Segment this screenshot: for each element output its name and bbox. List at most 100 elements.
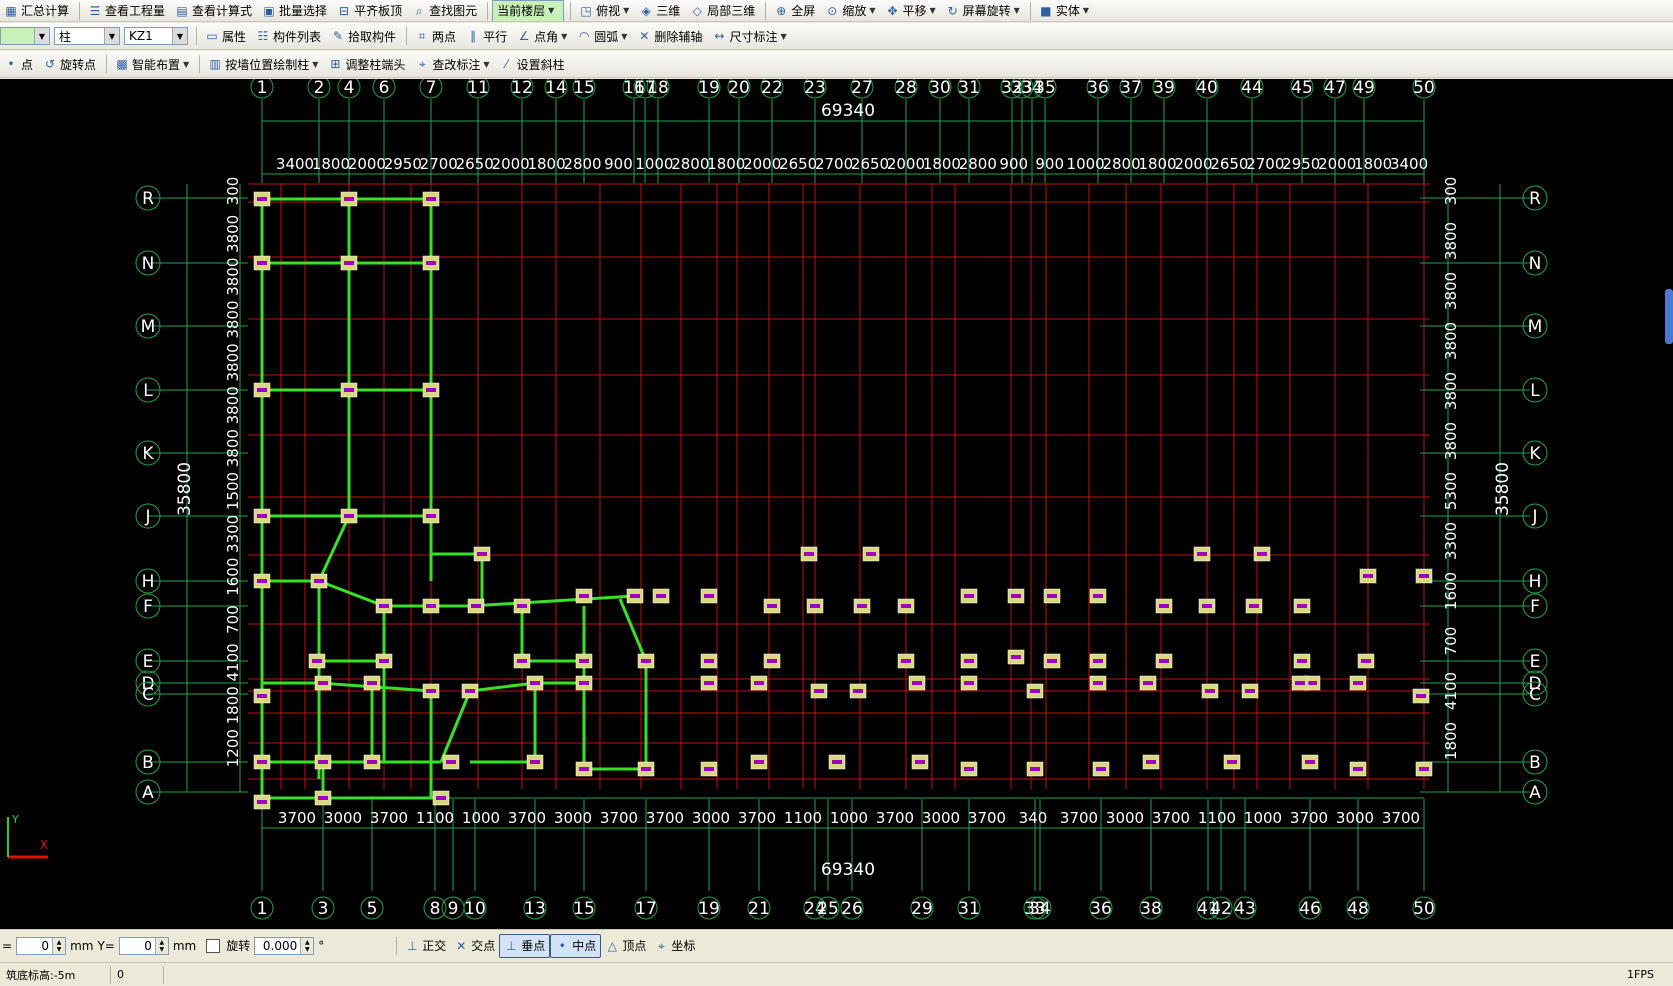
- chevron-down-icon[interactable]: ▼: [1014, 6, 1020, 15]
- toolbar3-label: 按墙位置绘制柱: [225, 57, 310, 72]
- toolbar2.items-button-7[interactable]: ✕ 删除辅轴: [633, 26, 706, 46]
- toolbar3-button-1[interactable]: ↺ 旋转点: [39, 54, 100, 74]
- toolbar2.items-button-4[interactable]: ∥ 平行: [462, 26, 511, 46]
- x-input[interactable]: 0 ▲ ▼: [16, 936, 67, 955]
- chevron-down-icon[interactable]: ▼: [548, 6, 554, 15]
- toolbar2.items-button-5[interactable]: ∠ 点角 ▼: [513, 26, 571, 46]
- toolbar2.items-label: 圆弧: [594, 29, 619, 44]
- axis-label-bottom: 43: [1234, 899, 1256, 919]
- separator: [396, 936, 398, 955]
- column-core: [465, 689, 475, 693]
- toolbar2.items-button-8[interactable]: ↔ 尺寸标注 ▼: [708, 26, 790, 46]
- dim-bottom-22: 3700: [1290, 809, 1328, 827]
- dim-bottom-9: 3000: [692, 809, 730, 827]
- column-core: [517, 659, 527, 663]
- snap-intersection[interactable]: ✕ 交点: [450, 935, 499, 957]
- toolbar1-button-5[interactable]: ⌕ 查找图元: [408, 1, 481, 21]
- dim-bottom-10: 3700: [738, 809, 776, 827]
- toolbar3-button-0[interactable]: • 点: [0, 54, 37, 74]
- chevron-down-icon[interactable]: ▼: [561, 32, 567, 41]
- toolbar1-button-12[interactable]: ✥ 平移 ▼: [881, 1, 939, 21]
- column-core: [1146, 760, 1156, 764]
- plan-view[interactable]: 1 2 4 6 7 11 12 14 15 161718 19 20 22 23 27 28 30 31 32333…: [0, 79, 1673, 929]
- column-core: [857, 604, 867, 608]
- toolbar1-button-11[interactable]: ⊙ 缩放 ▼: [821, 1, 879, 21]
- toolbar1-button-0[interactable]: ▦ 汇总计算: [0, 1, 73, 21]
- chevron-down-icon[interactable]: ▼: [621, 32, 627, 41]
- dim-right-2: 3800: [1442, 272, 1460, 310]
- y-value: 0: [144, 938, 152, 953]
- snap-perpendicular[interactable]: ⊥ 垂点: [499, 933, 551, 958]
- toolbar1-button-10[interactable]: ⊕ 全屏: [770, 1, 819, 21]
- column-core: [1202, 604, 1212, 608]
- chevron-down-icon[interactable]: ▼: [623, 6, 629, 15]
- toolbar1-button-3[interactable]: ▣ 批量选择: [258, 1, 331, 21]
- midpoint-icon: •: [558, 938, 566, 953]
- category-combo[interactable]: 柱 ▼: [54, 27, 120, 45]
- toolbar2.items-button-2[interactable]: ✎ 拾取构件: [327, 26, 400, 46]
- toolbar3-button-6[interactable]: ⁄ 设置斜柱: [496, 54, 569, 74]
- column-core: [901, 659, 911, 663]
- column-core: [704, 767, 714, 771]
- toolbar1-button-14[interactable]: ■ 实体 ▼: [1035, 1, 1093, 21]
- toolbar3-button-4[interactable]: ⊞ 调整柱端头: [324, 54, 409, 74]
- toolbar1-button-2[interactable]: ▤ 查看计算式: [171, 1, 256, 21]
- toolbar1-label: 俯视: [596, 4, 621, 18]
- toolbar1-button-1[interactable]: ☰ 查看工程量: [84, 1, 169, 21]
- axis-label-right: H: [1529, 572, 1542, 592]
- toolbar2.items-button-3[interactable]: ⌗ 两点: [411, 26, 460, 46]
- snap-ortho[interactable]: ⊥ 正交: [401, 935, 450, 957]
- coordinate-bar: = 0 ▲ ▼ mm Y= 0 ▲ ▼ mm 旋转 0.000 ▲ ▼ ° ⊥ 正交 ✕ 交点 ⊥ 垂…: [0, 929, 1673, 961]
- chevron-down-icon[interactable]: ▼: [483, 60, 489, 69]
- toolbar2.items-button-6[interactable]: ◠ 圆弧 ▼: [573, 26, 631, 46]
- chevron-down-icon[interactable]: ▼: [930, 6, 936, 15]
- dim-top-8: 2800: [563, 155, 601, 173]
- column-core: [656, 594, 666, 598]
- toolbar3-label: 智能布置: [132, 57, 181, 72]
- toolbar1-button-7[interactable]: ◳ 俯视 ▼: [575, 1, 633, 21]
- dim-bottom-24: 3700: [1382, 809, 1420, 827]
- toolbar3-button-2[interactable]: ▩ 智能布置 ▼: [111, 54, 193, 74]
- toolbar2.items-button-1[interactable]: ☷ 构件列表: [252, 26, 325, 46]
- toolbar1-button-9[interactable]: ◇ 局部三维: [686, 1, 759, 21]
- toolbar1-button-8[interactable]: ◈ 三维: [635, 1, 684, 21]
- y-input[interactable]: 0 ▲ ▼: [118, 936, 169, 955]
- axis-label-bottom: 15: [573, 899, 595, 919]
- component-type-combo[interactable]: ▼: [0, 27, 50, 45]
- toolbar2.items-button-0[interactable]: ▭ 属性: [201, 26, 250, 46]
- view-formula-icon: ▤: [176, 3, 188, 18]
- spin-arrows-icon[interactable]: ▲ ▼: [154, 937, 168, 954]
- chevron-down-icon[interactable]: ▼: [1083, 6, 1089, 15]
- toolbar1-button-6[interactable]: 当前楼层 ▼: [492, 0, 565, 21]
- spin-arrows-icon[interactable]: ▲ ▼: [300, 937, 314, 954]
- chevron-down-icon[interactable]: ▼: [780, 32, 786, 41]
- chevron-down-icon[interactable]: ▼: [183, 60, 189, 69]
- snap-midpoint[interactable]: • 中点: [550, 933, 602, 958]
- column-core: [344, 388, 354, 392]
- toolbar1-button-13[interactable]: ↻ 屏幕旋转 ▼: [942, 1, 1024, 21]
- dim-left-7: 1500: [224, 472, 242, 510]
- toolbar3-button-5[interactable]: ⌖ 查改标注 ▼: [411, 54, 493, 74]
- column-core: [477, 552, 487, 556]
- toolbar3-button-3[interactable]: ▥ 按墙位置绘制柱 ▼: [204, 54, 322, 74]
- dim-top-4: 2700: [420, 155, 458, 173]
- rotate-checkbox[interactable]: [206, 938, 221, 953]
- axis-label-top: 45: [1291, 79, 1313, 98]
- toolbar1-button-4[interactable]: ⊟ 平齐板顶: [333, 1, 406, 21]
- snap-vertex[interactable]: △ 顶点: [601, 935, 650, 957]
- axis-label-right: A: [1529, 783, 1541, 803]
- axis-label-right: K: [1529, 444, 1541, 464]
- scroll-thumb[interactable]: [1665, 289, 1673, 344]
- chevron-down-icon[interactable]: ▼: [869, 6, 875, 15]
- drawing-canvas[interactable]: 1 2 4 6 7 11 12 14 15 16 17 18 19 20 22 23 27 28 30 31 32 33 3…: [0, 79, 1673, 929]
- dim-bottom-2: 3700: [370, 809, 408, 827]
- spin-arrows-icon[interactable]: ▲ ▼: [52, 937, 66, 954]
- dim-top-16: 2650: [851, 155, 889, 173]
- dim-left-2: 3800: [224, 258, 242, 296]
- snap-coordinate[interactable]: ⌖ 坐标: [650, 935, 699, 957]
- chevron-down-icon[interactable]: ▼: [312, 60, 318, 69]
- fps-counter: 1FPS: [1627, 968, 1654, 981]
- axis-label-left: N: [142, 254, 155, 274]
- rotate-input[interactable]: 0.000 ▲ ▼: [254, 936, 315, 955]
- component-name-combo[interactable]: KZ1 ▼: [124, 27, 188, 45]
